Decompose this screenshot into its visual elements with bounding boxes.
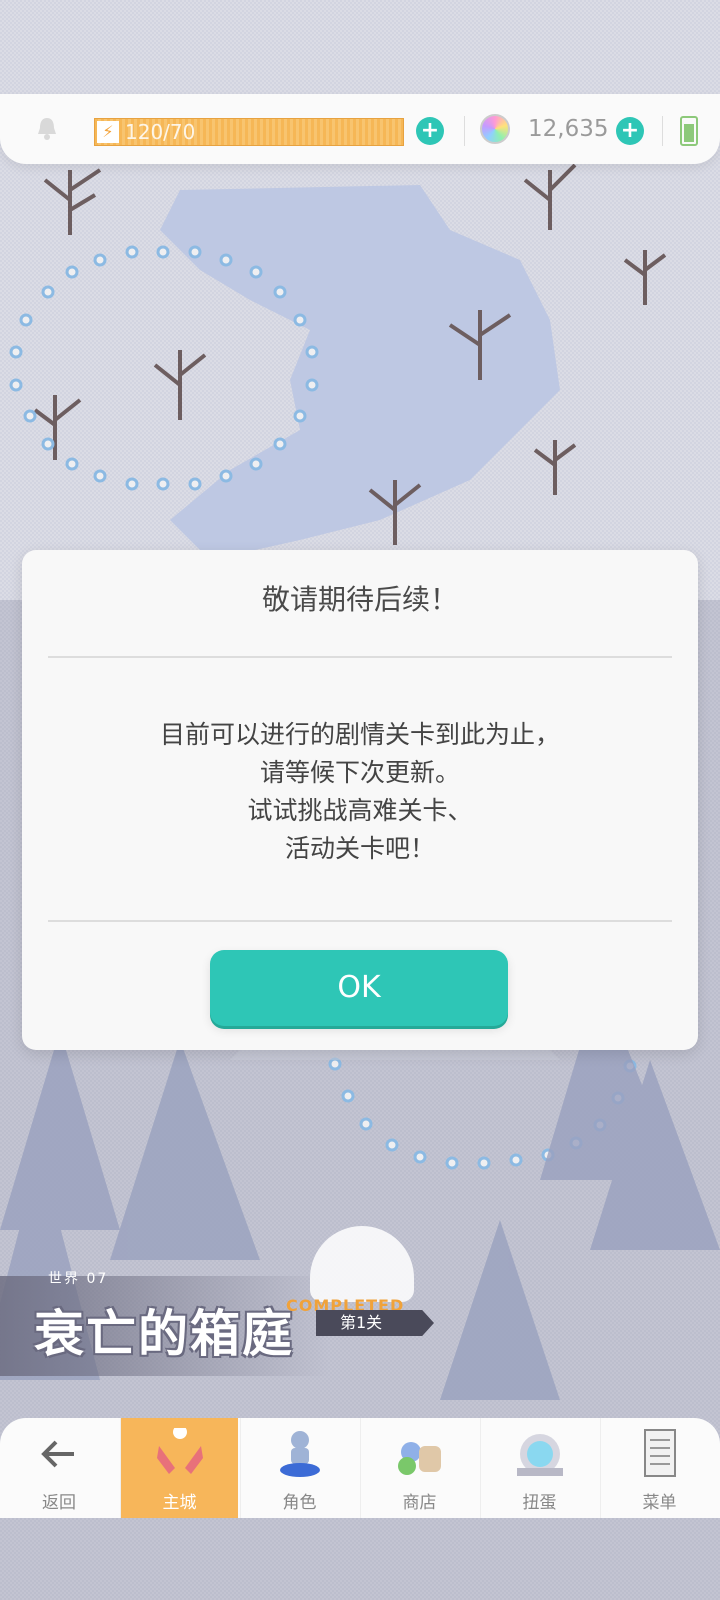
- lightning-icon: ⚡: [97, 121, 119, 143]
- add-stamina-button[interactable]: +: [416, 117, 444, 145]
- divider: [48, 656, 672, 658]
- world-number: 世界 07: [48, 1271, 109, 1287]
- nav-label: 扭蛋: [522, 1493, 557, 1513]
- top-status-bar: ⚡ 120/70 + 12,635 +: [0, 94, 720, 164]
- dialog-line: 试试挑战高难关卡、: [247, 796, 473, 825]
- gacha-icon: [517, 1434, 563, 1476]
- nav-label: 菜单: [642, 1493, 677, 1513]
- ok-button[interactable]: OK: [210, 950, 508, 1026]
- nav-characters[interactable]: 角色: [240, 1418, 358, 1518]
- bottom-nav: 返回 主城 角色 商店 扭蛋 菜单: [0, 1418, 720, 1518]
- dialog-line: 请等候下次更新。: [259, 758, 460, 787]
- castle-icon: [157, 1428, 203, 1474]
- back-arrow-icon: [41, 1440, 74, 1468]
- bell-icon[interactable]: [32, 114, 62, 144]
- dialog-line: 活动关卡吧！: [284, 834, 435, 863]
- stamina-bar: ⚡ 120/70: [94, 118, 404, 146]
- character-icon: [280, 1431, 320, 1477]
- divider: [48, 920, 672, 922]
- nav-label: 返回: [42, 1493, 76, 1513]
- notice-dialog: 敬请期待后续！ 目前可以进行的剧情关卡到此为止， 请等候下次更新。 试试挑战高难…: [22, 550, 698, 1050]
- battery-icon: [680, 116, 698, 146]
- add-gems-button[interactable]: +: [616, 117, 644, 145]
- nav-shop[interactable]: 商店: [360, 1418, 478, 1518]
- shop-icon: [398, 1442, 441, 1475]
- nav-castle[interactable]: 主城: [120, 1418, 238, 1518]
- world-title: 衰亡的箱庭: [34, 1305, 294, 1363]
- stamina-value: 120/70: [125, 120, 196, 144]
- nav-gacha[interactable]: 扭蛋: [480, 1418, 598, 1518]
- divider: [662, 116, 663, 146]
- dialog-message: 目前可以进行的剧情关卡到此为止， 请等候下次更新。 试试挑战高难关卡、 活动关卡…: [22, 716, 698, 868]
- gem-count: 12,635: [528, 116, 609, 142]
- stage-tag[interactable]: 第1关: [316, 1310, 434, 1336]
- divider: [464, 116, 465, 146]
- nav-menu[interactable]: 菜单: [600, 1418, 718, 1518]
- world-banner[interactable]: 世界 07 衰亡的箱庭 COMPLETED 第1关: [0, 1226, 440, 1378]
- nav-label: 商店: [402, 1493, 437, 1513]
- dialog-title: 敬请期待后续！: [261, 583, 458, 616]
- nav-back[interactable]: 返回: [0, 1418, 118, 1518]
- nav-label: 角色: [282, 1493, 317, 1513]
- dialog-line: 目前可以进行的剧情关卡到此为止，: [159, 720, 560, 749]
- nav-label: 主城: [162, 1493, 197, 1513]
- menu-icon: [644, 1429, 676, 1477]
- rainbow-gem-icon: [480, 114, 510, 144]
